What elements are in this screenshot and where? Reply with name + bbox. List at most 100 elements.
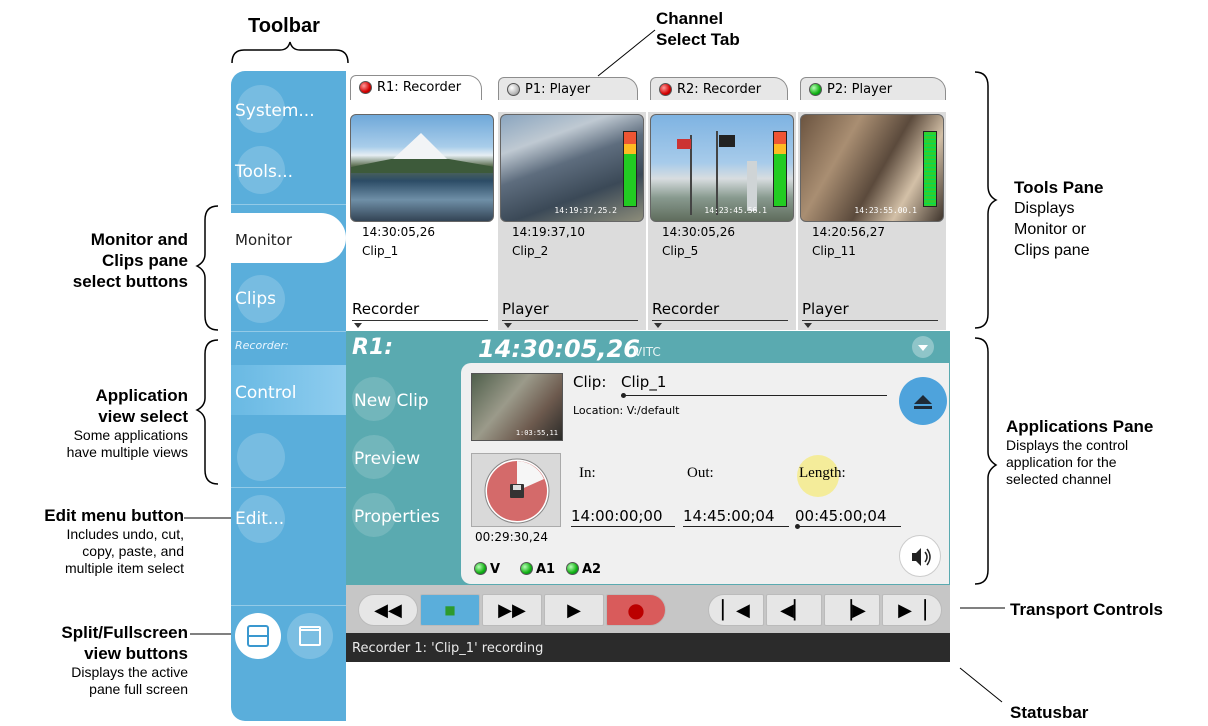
edit-menu-desc: copy, paste, and: [82, 543, 184, 559]
split-desc: pane full screen: [89, 681, 188, 697]
monitor-r1[interactable]: 14:30:05,26 Clip_1 Recorder: [348, 112, 496, 330]
play-button[interactable]: ▶: [544, 594, 604, 626]
fullscreen-view-icon: [299, 626, 321, 646]
app-view-annotation: Application view select Some application…: [20, 385, 188, 461]
properties-button[interactable]: Properties: [354, 507, 440, 527]
clips-button[interactable]: Clips: [235, 289, 276, 309]
dropdown-arrow-icon: [804, 323, 812, 328]
in-value[interactable]: 14:00:00;00: [571, 507, 663, 525]
thumbnail-overlay-text: 14:19:37,25.2: [554, 206, 617, 215]
video-thumbnail: 14:23:55.00.1: [800, 114, 944, 222]
record-icon: ●: [627, 598, 645, 622]
preview-button[interactable]: Preview: [354, 449, 420, 469]
monitor-p1[interactable]: 14:19:37,25.2 14:19:37,10 Clip_2 Player: [498, 112, 646, 330]
tools-pane-annotation: Tools Pane Displays Monitor or Clips pan…: [1014, 177, 1103, 261]
split-annotation: Split/Fullscreen view buttons Displays t…: [4, 622, 188, 698]
dropdown-arrow-icon: [654, 323, 662, 328]
audio-button[interactable]: [899, 535, 941, 577]
apps-pane-title: Applications Pane: [1006, 417, 1154, 436]
step-back-button[interactable]: ◀▏: [766, 594, 822, 626]
recorder-section-label: Recorder:: [235, 339, 289, 352]
tools-pane-desc: Monitor or: [1014, 221, 1087, 238]
app-view-desc: have multiple views: [66, 444, 188, 460]
control-button[interactable]: Control: [235, 383, 296, 403]
tools-pane-desc: Displays: [1014, 200, 1075, 217]
audio-meter: [623, 131, 637, 207]
monitor-timecode: 14:20:56,27: [812, 225, 885, 239]
stop-icon: ■: [444, 603, 456, 617]
toolbar-divider: [231, 204, 346, 205]
monitor-mode[interactable]: Player: [802, 300, 849, 318]
monitor-button[interactable]: Monitor: [235, 231, 292, 249]
channel-select-annotation: Channel Select Tab: [656, 8, 740, 50]
monitor-timecode: 14:30:05,26: [662, 225, 735, 239]
audio-meter: [923, 131, 937, 207]
status-led-icon: [809, 83, 822, 96]
split-desc: Displays the active: [71, 664, 188, 680]
monitor-clip-name: Clip_2: [512, 244, 549, 258]
step-forward-icon: ▕▶: [838, 599, 866, 621]
status-led-icon: [507, 83, 520, 96]
monitor-mode[interactable]: Recorder: [652, 300, 719, 318]
dropdown-arrow-icon: [354, 323, 362, 328]
skip-to-start-icon: ▏◀: [722, 599, 750, 621]
system-button[interactable]: System...: [235, 101, 315, 121]
monitor-mode[interactable]: Recorder: [352, 300, 419, 318]
new-clip-button[interactable]: New Clip: [354, 391, 429, 411]
tab-r1-recorder[interactable]: R1: Recorder: [350, 75, 482, 101]
timecode-type: VITC: [634, 345, 661, 359]
video-thumbnail: [350, 114, 494, 222]
tab-p2-player[interactable]: P2: Player: [800, 77, 946, 101]
tab-label: R2: Recorder: [677, 82, 762, 97]
cursor-dot: [621, 393, 626, 398]
stop-button[interactable]: ■: [420, 594, 480, 626]
record-button[interactable]: ●: [606, 594, 666, 626]
monitor-clips-line3: select buttons: [72, 272, 188, 291]
tab-label: R1: Recorder: [377, 80, 462, 95]
channel-name: R1:: [352, 335, 394, 360]
eject-icon: [914, 395, 932, 409]
play-icon: ▶: [567, 599, 581, 621]
tab-p1-player[interactable]: P1: Player: [498, 77, 638, 101]
edit-button[interactable]: Edit...: [235, 509, 284, 529]
split-line1: Split/Fullscreen: [61, 623, 188, 642]
app-view-desc: Some applications: [73, 427, 188, 443]
tab-r2-recorder[interactable]: R2: Recorder: [650, 77, 788, 101]
monitor-r2[interactable]: 14:23:45.56.1 14:30:05,26 Clip_5 Recorde…: [648, 112, 796, 330]
tools-button[interactable]: Tools...: [235, 162, 293, 182]
clip-name-field[interactable]: Clip_1: [621, 373, 666, 391]
tab-label: P1: Player: [525, 82, 591, 97]
go-to-start-button[interactable]: ▏◀: [708, 594, 764, 626]
chevron-down-icon: [918, 345, 928, 351]
out-value[interactable]: 14:45:00;04: [683, 507, 775, 525]
length-value[interactable]: 00:45:00;04: [795, 507, 887, 525]
status-led-icon: [359, 81, 372, 94]
status-bar: Recorder 1: 'Clip_1' recording: [346, 633, 950, 662]
record-dial-box[interactable]: [471, 453, 561, 527]
clip-name-underline: [621, 395, 887, 396]
apps-pane-desc: application for the: [1006, 454, 1117, 470]
toolbar: System... Tools... Monitor Clips Recorde…: [231, 71, 346, 721]
app-view-empty-button[interactable]: [237, 433, 285, 481]
eject-button[interactable]: [899, 377, 947, 425]
video-thumbnail: 14:19:37,25.2: [500, 114, 644, 222]
fast-forward-button[interactable]: ▶▶: [482, 594, 542, 626]
monitor-mode[interactable]: Player: [502, 300, 549, 318]
rewind-button[interactable]: ◀◀: [358, 594, 418, 626]
step-forward-button[interactable]: ▕▶: [824, 594, 880, 626]
out-underline: [683, 526, 789, 527]
record-dial: [484, 458, 550, 524]
monitor-p2[interactable]: 14:23:55.00.1 14:20:56,27 Clip_11 Player: [798, 112, 946, 330]
fullscreen-view-button[interactable]: [287, 613, 333, 659]
split-line2: view buttons: [84, 644, 188, 663]
thumbnail-overlay-text: 1:03:55,11: [515, 429, 558, 437]
split-view-button[interactable]: [235, 613, 281, 659]
track-led-icon: [474, 562, 487, 575]
speaker-icon: [912, 548, 931, 566]
statusbar-annotation: Statusbar: [1010, 703, 1089, 722]
header-menu-button[interactable]: [912, 336, 934, 358]
go-to-end-button[interactable]: ▶▕: [882, 594, 942, 626]
location-text: Location: V:/default: [573, 404, 680, 417]
status-led-icon: [659, 83, 672, 96]
track-label: V: [490, 562, 501, 577]
